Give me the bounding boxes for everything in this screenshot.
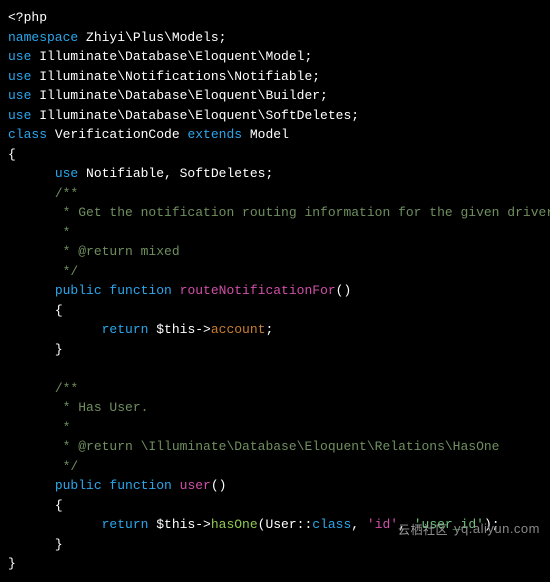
ns-value: Zhiyi\Plus\Models; xyxy=(78,30,226,45)
arg-open: (User:: xyxy=(258,517,313,532)
kw-use: use xyxy=(55,166,78,181)
brace-open: { xyxy=(55,303,63,318)
kw-return: return xyxy=(102,322,157,337)
watermark-url: yq.aliyun.com xyxy=(454,521,540,536)
kw-class-const: class xyxy=(312,517,351,532)
kw-extends: extends xyxy=(187,127,242,142)
comment: * Get the notification routing informati… xyxy=(55,205,550,220)
comma: , xyxy=(351,517,367,532)
extends-val: Model xyxy=(242,127,289,142)
method-hasOne: hasOne xyxy=(211,517,258,532)
paren: () xyxy=(211,478,227,493)
comment: /** xyxy=(55,186,78,201)
this-ref: $this-> xyxy=(156,517,211,532)
comment: */ xyxy=(55,264,78,279)
kw-public: public xyxy=(55,283,102,298)
kw-use: use xyxy=(8,49,31,64)
brace-close: } xyxy=(55,342,63,357)
watermark: 云栖社区 yq.aliyun.com xyxy=(398,519,540,539)
semi: ; xyxy=(265,322,273,337)
kw-namespace: namespace xyxy=(8,30,78,45)
this-ref: $this-> xyxy=(156,322,211,337)
brace-open: { xyxy=(55,498,63,513)
kw-return: return xyxy=(102,517,157,532)
comment: * xyxy=(55,420,71,435)
use-4: Illuminate\Database\Eloquent\SoftDeletes… xyxy=(31,108,359,123)
kw-class: class xyxy=(8,127,47,142)
comment: * @return \Illuminate\Database\Eloquent\… xyxy=(55,439,500,454)
kw-function: function xyxy=(102,478,180,493)
str-id: 'id' xyxy=(367,517,398,532)
use-1: Illuminate\Database\Eloquent\Model; xyxy=(31,49,312,64)
kw-use: use xyxy=(8,69,31,84)
class-name: VerificationCode xyxy=(47,127,187,142)
comment: /** xyxy=(55,381,78,396)
fn-user: user xyxy=(180,478,211,493)
kw-function: function xyxy=(102,283,180,298)
comment: * @return mixed xyxy=(55,244,180,259)
use-3: Illuminate\Database\Eloquent\Builder; xyxy=(31,88,327,103)
code-block: <?php namespace Zhiyi\Plus\Models; use I… xyxy=(0,0,550,582)
watermark-cn: 云栖社区 xyxy=(398,521,448,539)
comment: * Has User. xyxy=(55,400,149,415)
kw-use: use xyxy=(8,108,31,123)
fn-routeNotificationFor: routeNotificationFor xyxy=(180,283,336,298)
brace-close: } xyxy=(8,556,16,571)
traits: Notifiable, SoftDeletes; xyxy=(78,166,273,181)
comment: * xyxy=(55,225,71,240)
php-open-tag: <?php xyxy=(8,10,47,25)
kw-public: public xyxy=(55,478,102,493)
kw-use: use xyxy=(8,88,31,103)
comment: */ xyxy=(55,459,78,474)
brace-open: { xyxy=(8,147,16,162)
prop-account: account xyxy=(211,322,266,337)
paren: () xyxy=(336,283,352,298)
use-2: Illuminate\Notifications\Notifiable; xyxy=(31,69,320,84)
brace-close: } xyxy=(55,537,63,552)
